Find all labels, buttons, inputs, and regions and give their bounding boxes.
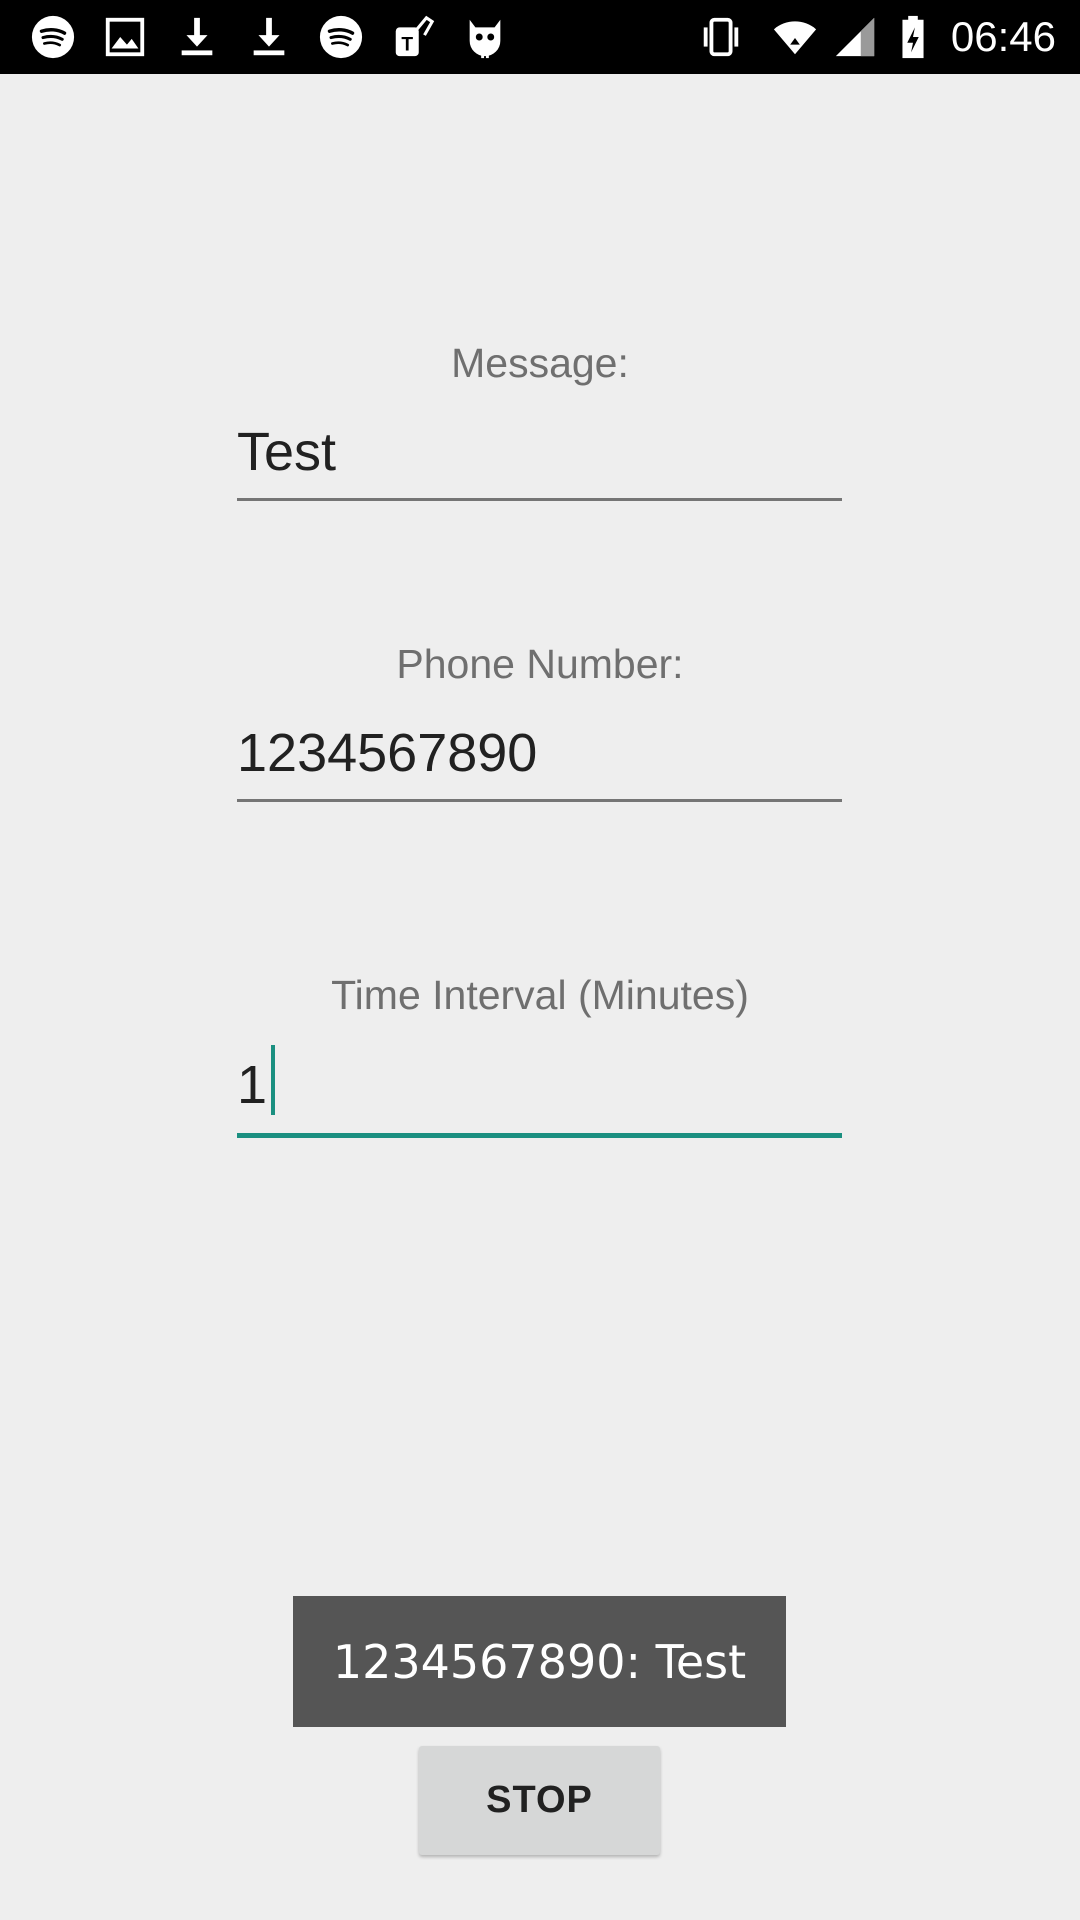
interval-value-wrap: 1 <box>237 1045 276 1116</box>
text-cursor <box>271 1045 276 1115</box>
toast-message: 1234567890: Test <box>293 1596 786 1727</box>
phone-field[interactable]: 1234567890 <box>237 706 842 802</box>
download-icon <box>172 12 222 62</box>
interval-underline <box>237 1133 842 1138</box>
status-clock: 06:46 <box>950 13 1056 60</box>
phone-label: Phone Number: <box>396 641 684 687</box>
message-label: Message: <box>451 340 629 386</box>
vibrate-icon <box>696 12 746 62</box>
phone-underline <box>237 799 842 802</box>
cyanogen-icon <box>460 12 510 62</box>
svg-text:T: T <box>401 34 413 55</box>
app-screen: T 06:46 Message: Test Phone Number: 1234… <box>0 0 1080 1920</box>
message-value: Test <box>237 422 337 482</box>
spotify-icon <box>28 12 78 62</box>
status-bar: T 06:46 <box>0 0 1080 74</box>
phone-value: 1234567890 <box>237 723 538 783</box>
interval-label: Time Interval (Minutes) <box>331 972 749 1018</box>
download-icon <box>244 12 294 62</box>
interval-value: 1 <box>237 1055 268 1115</box>
message-underline <box>237 498 842 501</box>
cell-signal-icon <box>830 12 880 62</box>
spotify-icon <box>316 12 366 62</box>
interval-field[interactable]: 1 <box>237 1034 842 1138</box>
battery-charging-icon <box>888 12 938 62</box>
stop-button[interactable]: STOP <box>419 1746 660 1855</box>
image-icon <box>100 12 150 62</box>
wifi-icon <box>770 12 820 62</box>
message-field[interactable]: Test <box>237 405 842 501</box>
tmobile-icon: T <box>388 12 438 62</box>
